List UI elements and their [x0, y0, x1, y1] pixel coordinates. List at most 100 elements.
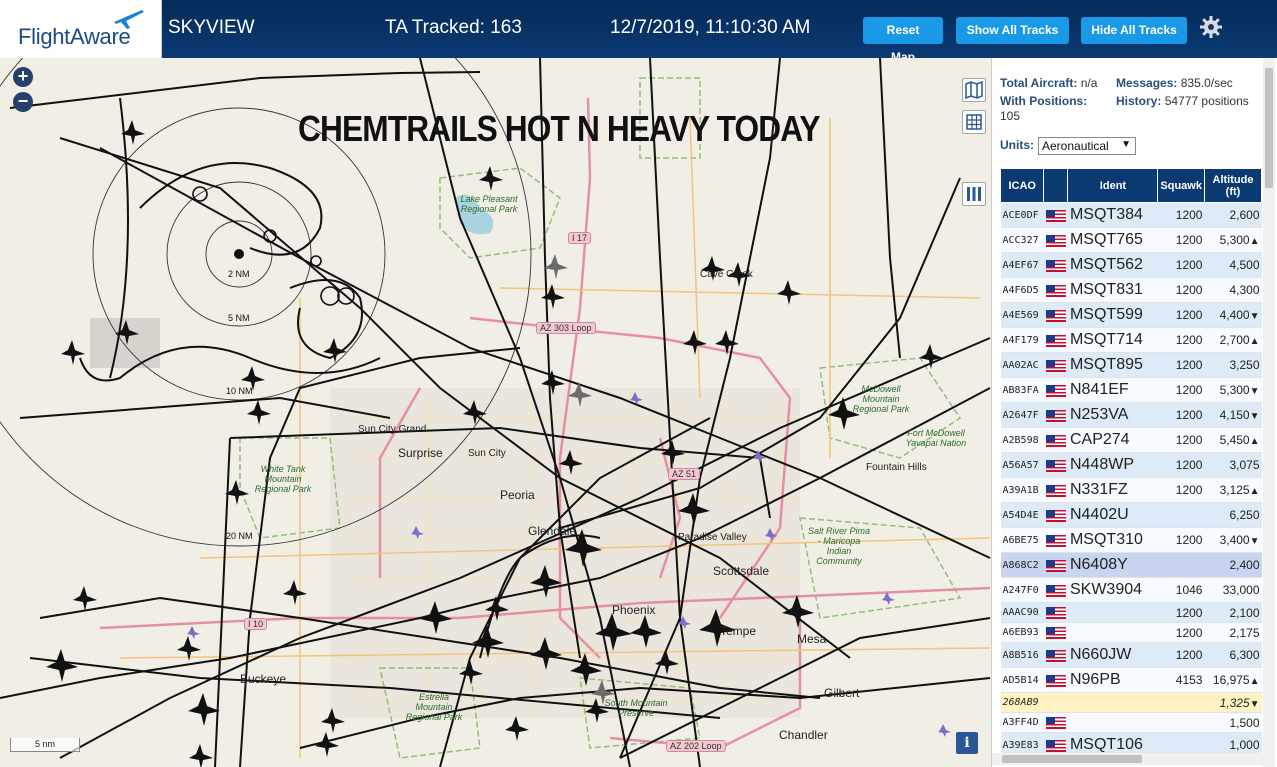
altitude-trend-icon: ▲ [1249, 236, 1260, 247]
icao-cell: A2647F [1000, 402, 1044, 428]
icao-cell: A4F179 [1000, 327, 1044, 353]
flag-cell [1043, 327, 1068, 353]
table-row[interactable]: A3FF4D 1,500 [1000, 712, 1262, 733]
show-all-tracks-button[interactable]: Show All Tracks [956, 17, 1069, 44]
zoom-out-button[interactable]: − [13, 92, 33, 112]
us-flag-icon [1045, 627, 1066, 640]
altitude-trend-icon: ▼ [1249, 311, 1260, 322]
map-icon [965, 80, 983, 100]
table-body: ACE0DF MSQT384 1200 2,600 ACC327 MSQT765 1200 5… [1000, 202, 1262, 758]
place-label: Sun City [468, 448, 506, 459]
flag-cell [1043, 642, 1068, 668]
col-altitude[interactable]: Altitude (ft) [1203, 168, 1262, 203]
skyview-app: FlightAware SKYVIEW TA Tracked: 163 12/7… [0, 0, 1277, 767]
place-label: Phoenix [612, 603, 656, 617]
altitude-trend-icon: ▲ [1249, 486, 1260, 497]
icao-cell: 268AB9 [1000, 692, 1044, 713]
place-label: Paradise Valley [678, 532, 747, 543]
us-flag-icon [1045, 459, 1066, 472]
hide-all-tracks-button[interactable]: Hide All Tracks [1081, 17, 1187, 44]
map-view[interactable]: 2 NM 5 NM 10 NM 20 NM Sun City Grand Sur… [0, 58, 991, 767]
ident-cell: N253VA [1067, 402, 1158, 428]
table-row[interactable]: A4F6D5 MSQT831 1200 4,300 [1000, 277, 1262, 303]
table-row[interactable]: A56A57 N448WP 1200 3,075 [1000, 452, 1262, 478]
table-row[interactable]: 268AB9 1,325▼ [1000, 692, 1262, 713]
us-flag-icon [1045, 334, 1066, 347]
toggle-sidebar-button[interactable] [962, 182, 986, 206]
table-row[interactable]: AA02AC MSQT895 1200 3,250 [1000, 352, 1262, 378]
flag-cell [1043, 202, 1068, 228]
reset-map-button[interactable]: Reset Map [863, 17, 943, 64]
altitude-cell: 1,500 [1204, 712, 1262, 733]
flag-cell [1043, 622, 1068, 643]
horizontal-scroll-thumb[interactable] [1002, 755, 1142, 763]
icao-cell: A4F6D5 [1000, 277, 1044, 303]
park-label: South Mountain Preserve [604, 698, 668, 718]
table-row[interactable]: A247F0 SKW3904 1046 33,000 [1000, 577, 1262, 603]
zoom-in-button[interactable]: + [13, 67, 33, 87]
altitude-value: 4,500 [1229, 258, 1260, 272]
squawk-cell [1157, 692, 1205, 713]
icao-cell: A6BE75 [1000, 527, 1044, 553]
flag-cell [1043, 712, 1068, 733]
table-row[interactable]: A4E569 MSQT599 1200 4,400▼ [1000, 302, 1262, 328]
units-select[interactable]: Aeronautical ▼ [1038, 137, 1136, 155]
table-row[interactable]: A6EB93 1200 2,175 [1000, 622, 1262, 643]
table-row[interactable]: A868C2 N6408Y 2,400 [1000, 552, 1262, 578]
map-layers-button[interactable] [962, 78, 986, 102]
table-row[interactable]: A8B516 N660JW 1200 6,300 [1000, 642, 1262, 668]
icao-cell: AAAC90 [1000, 602, 1044, 623]
table-row[interactable]: A2B598 CAP274 1200 5,450▲ [1000, 427, 1262, 453]
table-row[interactable]: A54D4E N4402U 6,250 [1000, 502, 1262, 528]
us-flag-icon [1045, 359, 1066, 372]
altitude-value: 3,250 [1229, 358, 1260, 372]
plane-logo-icon [114, 10, 144, 29]
info-button[interactable]: i [956, 732, 978, 754]
squawk-cell: 1200 [1157, 252, 1205, 278]
vertical-scroll-thumb[interactable] [1265, 68, 1273, 188]
ring-label-20nm: 20 NM [226, 531, 253, 541]
units-selected-value: Aeronautical [1042, 139, 1109, 153]
col-icao[interactable]: ICAO [1000, 168, 1045, 203]
us-flag-icon [1045, 649, 1066, 662]
altitude-cell: 6,250 [1204, 502, 1262, 528]
us-flag-icon [1045, 584, 1066, 597]
col-ident[interactable]: Ident [1067, 168, 1159, 203]
altitude-cell: 5,450▲ [1204, 427, 1262, 453]
altitude-value: 2,700 [1219, 333, 1250, 347]
gear-icon[interactable] [1199, 15, 1223, 39]
place-label: Glendale [528, 524, 577, 538]
altitude-cell: 2,600 [1204, 202, 1262, 228]
highway-shield: I 17 [568, 232, 592, 244]
altitude-value: 3,075 [1229, 458, 1260, 472]
altitude-value: 3,400 [1219, 533, 1250, 547]
park-label: McDowell Mountain Regional Park [852, 384, 910, 414]
track-loops [192, 186, 355, 306]
table-row[interactable]: A2647F N253VA 1200 4,150▼ [1000, 402, 1262, 428]
altitude-cell: 4,150▼ [1204, 402, 1262, 428]
us-flag-icon [1045, 234, 1066, 247]
altitude-value: 4,300 [1229, 283, 1260, 297]
altitude-cell: 2,400 [1204, 552, 1262, 578]
altitude-trend-icon: ▼ [1249, 536, 1260, 547]
aircraft-table-wrapper[interactable]: ICAO Ident Squawk Altitude (ft) ACE0DF MS… [1000, 168, 1262, 758]
icao-cell: AA02AC [1000, 352, 1044, 378]
altitude-cell: 2,100 [1204, 602, 1262, 623]
ident-cell: MSQT599 [1067, 302, 1158, 328]
col-squawk[interactable]: Squawk [1157, 168, 1205, 203]
flightaware-logo[interactable]: FlightAware [0, 0, 162, 58]
col-flag[interactable] [1043, 168, 1069, 203]
table-row[interactable]: AD5B14 N96PB 4153 16,975▲ [1000, 667, 1262, 693]
table-row[interactable]: ACC327 MSQT765 1200 5,300▲ [1000, 227, 1262, 253]
map-canvas[interactable] [0, 58, 991, 767]
table-row[interactable]: ACE0DF MSQT384 1200 2,600 [1000, 202, 1262, 228]
table-row[interactable]: A4EF67 MSQT562 1200 4,500 [1000, 252, 1262, 278]
table-row[interactable]: A39A1B N331FZ 1200 3,125▲ [1000, 477, 1262, 503]
total-aircraft-label: Total Aircraft: [1000, 76, 1078, 90]
table-row[interactable]: A4F179 MSQT714 1200 2,700▲ [1000, 327, 1262, 353]
table-row[interactable]: AAAC90 1200 2,100 [1000, 602, 1262, 623]
grid-toggle-button[interactable] [962, 110, 986, 134]
table-row[interactable]: AB83FA N841EF 1200 5,300▼ [1000, 377, 1262, 403]
table-row[interactable]: A6BE75 MSQT310 1200 3,400▼ [1000, 527, 1262, 553]
squawk-cell: 1200 [1157, 452, 1205, 478]
